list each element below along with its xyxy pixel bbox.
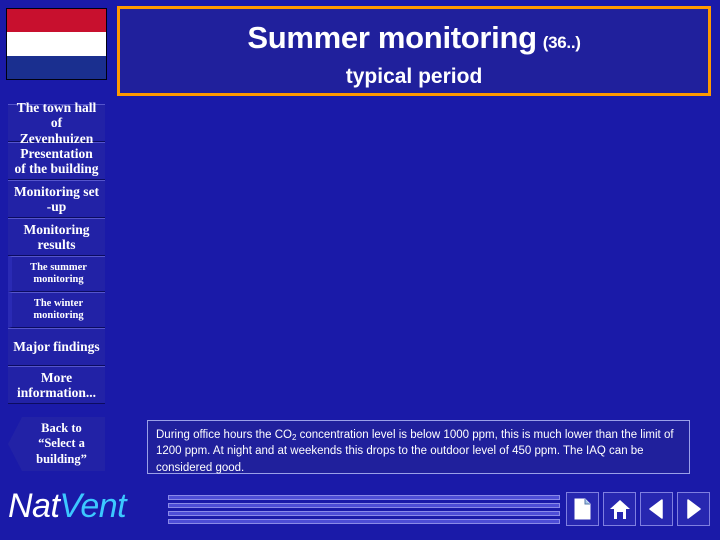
sidebar-item-label: monitoring [33, 310, 84, 321]
sidebar-item-more-information[interactable]: More information... [8, 366, 105, 404]
back-button[interactable]: Back to “Select a building” [8, 417, 105, 471]
sidebar-item-town-hall[interactable]: The town hall of Zevenhuizen [8, 100, 105, 146]
back-button-label: building” [36, 451, 87, 466]
back-button-label: “Select a [38, 436, 85, 451]
next-arrow-icon[interactable] [677, 492, 710, 526]
sidebar-item-label: The summer [30, 262, 87, 274]
sidebar-item-major-findings[interactable]: Major findings [8, 328, 105, 366]
body-text-part1: During office hours the CO [156, 429, 292, 441]
flag-band-blue [7, 55, 106, 79]
slide: Summer monitoring (36..) typical period T… [0, 0, 720, 540]
sidebar-item-winter-monitoring[interactable]: The winter monitoring [8, 292, 105, 328]
back-button-label: Back to [41, 420, 82, 435]
previous-arrow-icon[interactable] [640, 492, 673, 526]
logo-vent: Vent [59, 487, 127, 525]
netherlands-flag [6, 8, 107, 80]
footer-decorative-bars [168, 495, 560, 525]
page-title-text: Summer monitoring [247, 20, 537, 55]
footer-bar [168, 495, 560, 500]
sidebar-item-label: of the building [14, 161, 99, 176]
sidebar-item-label: More [40, 369, 73, 385]
sidebar-item-label: information... [16, 385, 97, 400]
page-title-suffix: (36..) [542, 33, 581, 52]
sidebar-item-label: Major findings [13, 339, 100, 355]
sidebar-item-label: monitoring [33, 274, 84, 285]
flag-band-white [7, 32, 106, 56]
sidebar-item-label: Presentation [20, 145, 93, 161]
body-text-box: During office hours the CO2 concentratio… [147, 420, 690, 474]
footer-bar [168, 511, 560, 516]
footer-icon-bar [566, 492, 712, 532]
sidebar-item-label: The town hall of [16, 100, 97, 131]
sidebar-item-monitoring-setup[interactable]: Monitoring set -up [8, 180, 105, 218]
page-title: Summer monitoring (36..) [120, 20, 708, 56]
footer-bar [168, 503, 560, 508]
footer-bar [168, 519, 560, 524]
sidebar-item-summer-monitoring[interactable]: The summer monitoring [8, 256, 105, 292]
flag-band-red [7, 9, 106, 33]
title-box: Summer monitoring (36..) typical period [117, 6, 711, 96]
sidebar-item-label: results [37, 237, 76, 252]
logo-nat: Nat [8, 487, 60, 525]
sidebar-item-label: Monitoring set [13, 183, 100, 199]
sidebar-nav: The town hall of Zevenhuizen Presentatio… [8, 100, 105, 404]
natvent-logo: NatVent [8, 487, 127, 526]
sidebar-item-label: The winter [33, 298, 84, 310]
sidebar-item-label: Monitoring [23, 221, 90, 237]
home-icon[interactable] [603, 492, 636, 526]
body-text-subscript: 2 [291, 433, 297, 442]
sidebar-item-label: -up [46, 199, 67, 214]
sidebar-item-presentation[interactable]: Presentation of the building [8, 142, 105, 180]
sidebar-item-label: Zevenhuizen [19, 130, 94, 146]
sidebar-item-monitoring-results[interactable]: Monitoring results [8, 218, 105, 256]
document-icon[interactable] [566, 492, 599, 526]
page-subtitle: typical period [345, 65, 483, 88]
